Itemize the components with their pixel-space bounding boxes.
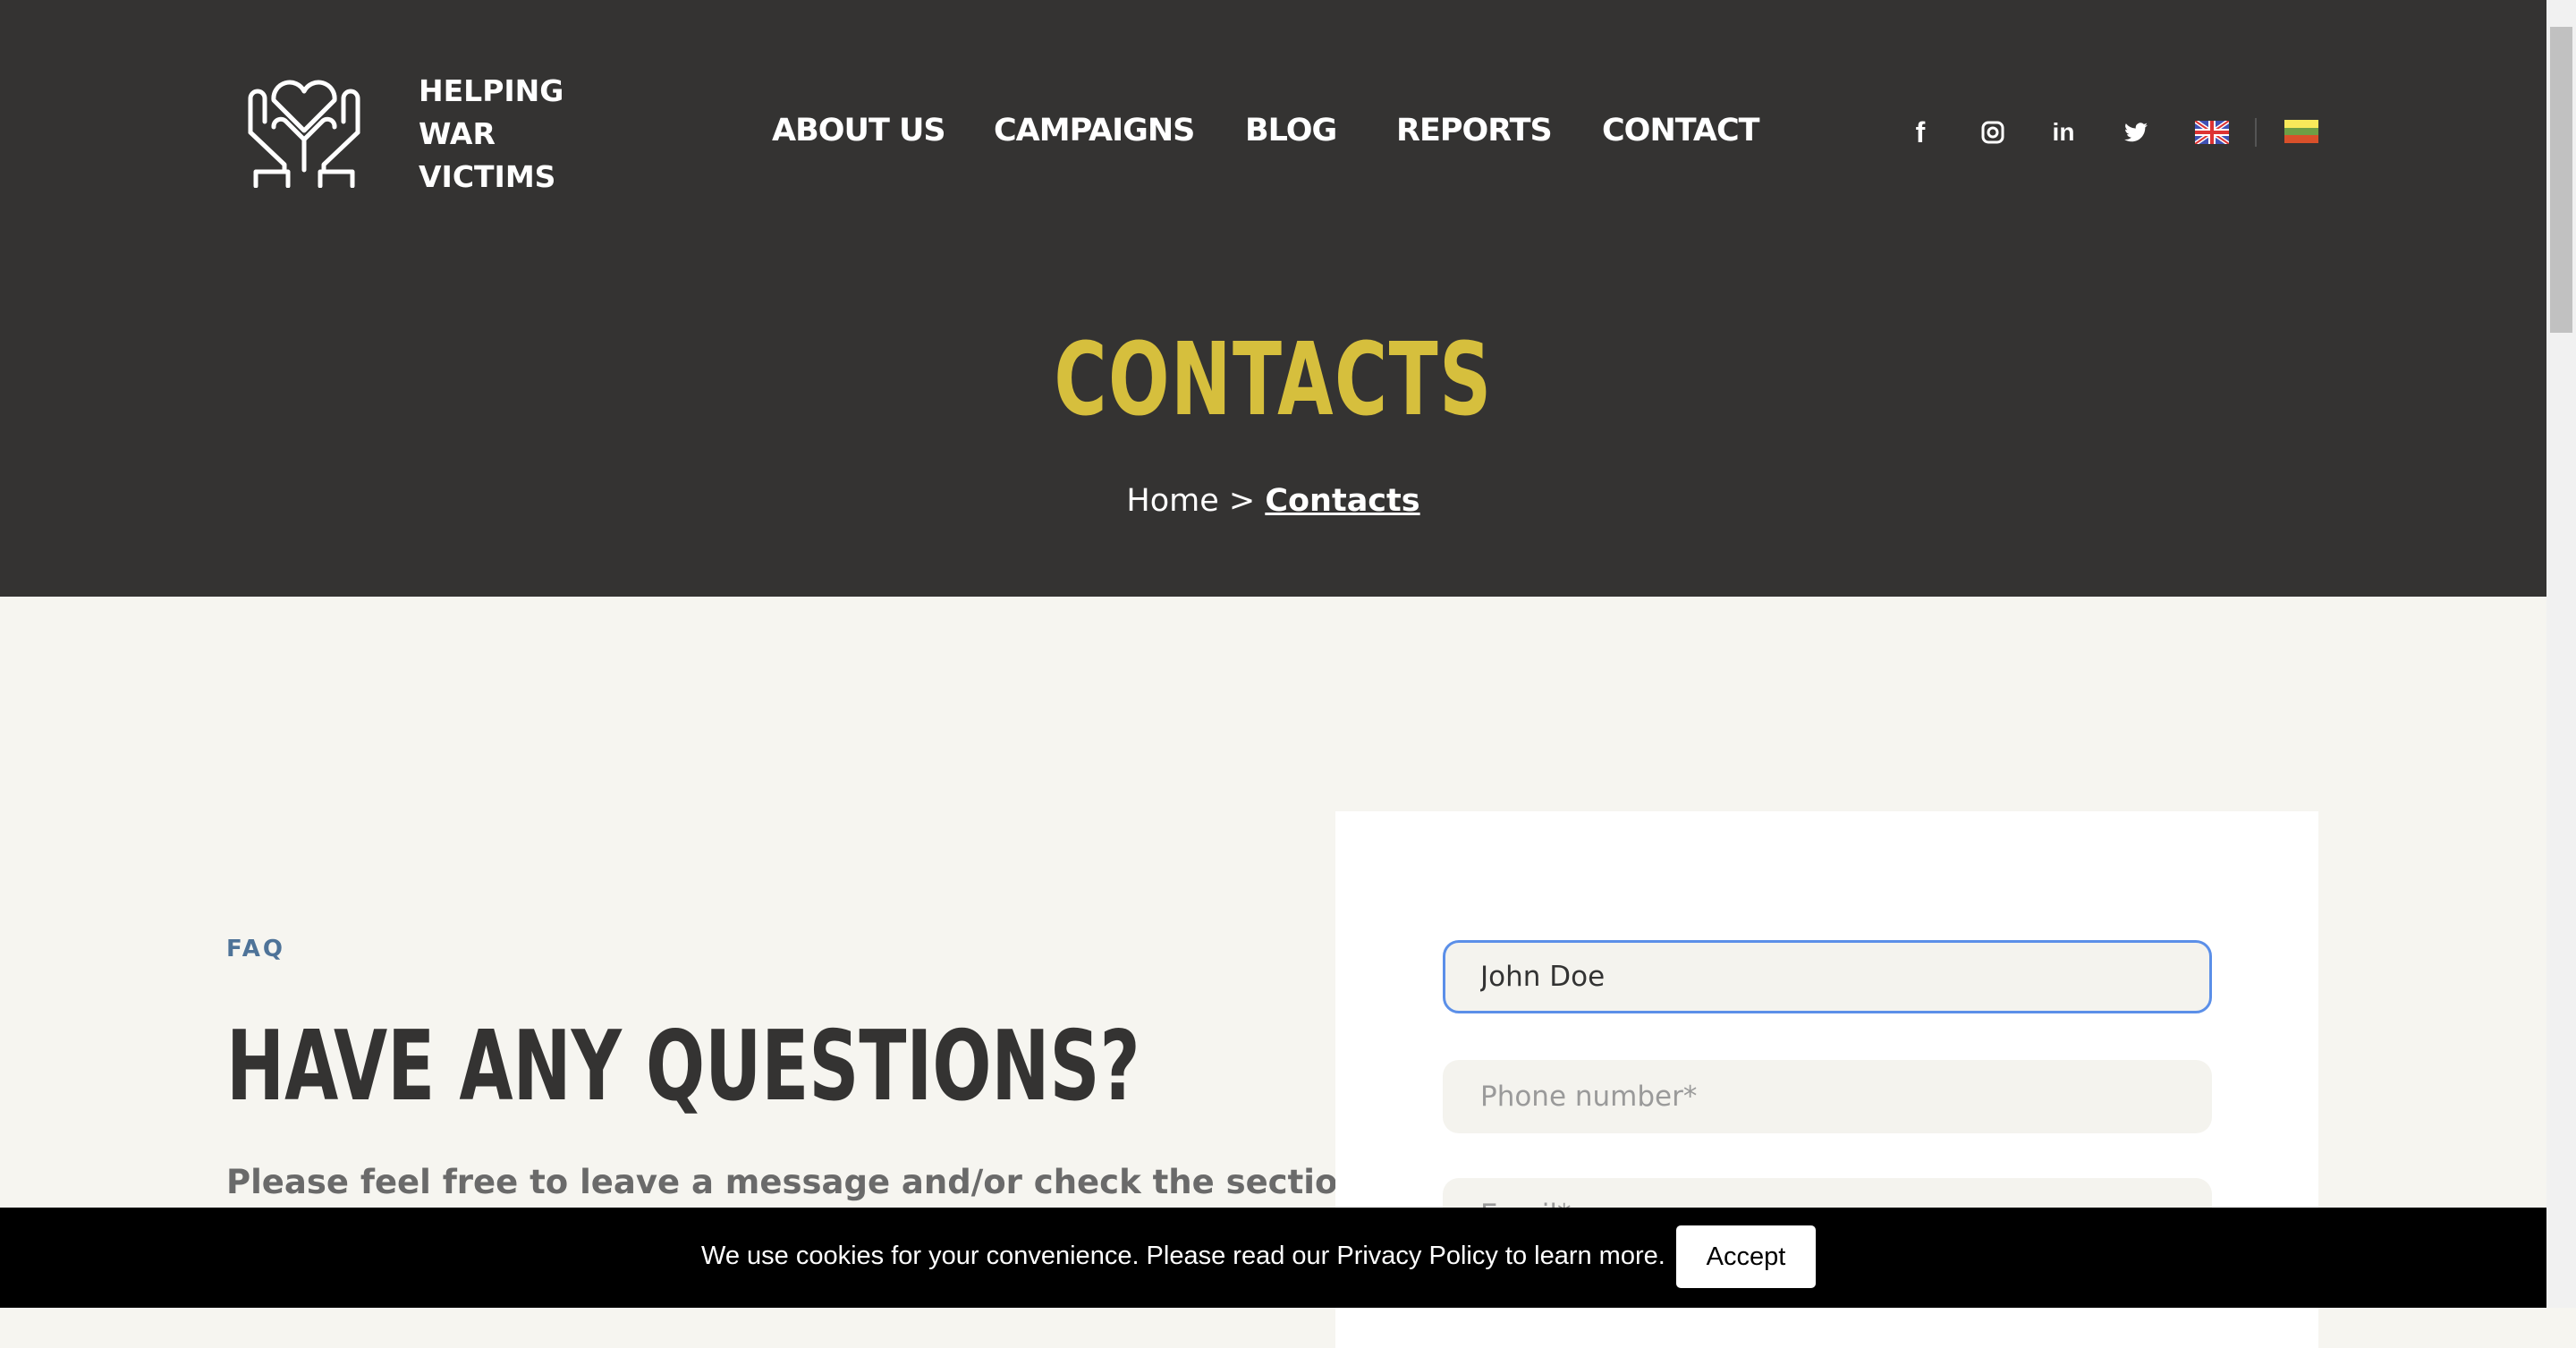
twitter-icon[interactable] bbox=[2120, 116, 2152, 148]
breadcrumb-current[interactable]: Contacts bbox=[1265, 483, 1419, 519]
instagram-icon[interactable] bbox=[1977, 116, 2009, 148]
english-flag-icon[interactable] bbox=[2195, 121, 2229, 144]
faq-eyebrow: FAQ bbox=[226, 936, 286, 962]
breadcrumb-home[interactable]: Home bbox=[1126, 483, 1218, 519]
logo-line: WAR bbox=[419, 116, 496, 151]
logo-text[interactable]: HELPING WAR VICTIMS bbox=[419, 70, 564, 199]
faq-text: Please feel free to leave a message and/… bbox=[226, 1163, 1361, 1201]
facebook-icon[interactable]: f bbox=[1904, 116, 1936, 148]
logo-line: VICTIMS bbox=[419, 159, 556, 194]
breadcrumb-separator: > bbox=[1218, 483, 1266, 519]
lithuanian-flag-icon[interactable] bbox=[2284, 120, 2318, 143]
phone-input[interactable] bbox=[1443, 1060, 2212, 1133]
logo-line: HELPING bbox=[419, 73, 564, 108]
nav-reports[interactable]: REPORTS bbox=[1396, 113, 1553, 148]
breadcrumb: Home > Contacts bbox=[0, 483, 2546, 519]
logo-hands-heart-icon[interactable] bbox=[238, 79, 370, 188]
nav-contact[interactable]: CONTACT bbox=[1602, 113, 1760, 148]
cookie-text: We use cookies for your convenience. Ple… bbox=[701, 1242, 1665, 1270]
name-input[interactable] bbox=[1443, 940, 2212, 1013]
accept-cookies-button[interactable]: Accept bbox=[1676, 1225, 1816, 1288]
page-title: CONTACTS bbox=[1054, 322, 1493, 438]
language-divider bbox=[2255, 118, 2257, 147]
linkedin-icon[interactable]: in bbox=[2047, 116, 2080, 148]
faq-heading: HAVE ANY QUESTIONS? bbox=[226, 1011, 1140, 1123]
nav-blog[interactable]: BLOG bbox=[1245, 113, 1337, 148]
nav-campaigns[interactable]: CAMPAIGNS bbox=[994, 113, 1195, 148]
scrollbar-thumb[interactable] bbox=[2550, 27, 2572, 333]
nav-about-us[interactable]: ABOUT US bbox=[772, 113, 946, 148]
